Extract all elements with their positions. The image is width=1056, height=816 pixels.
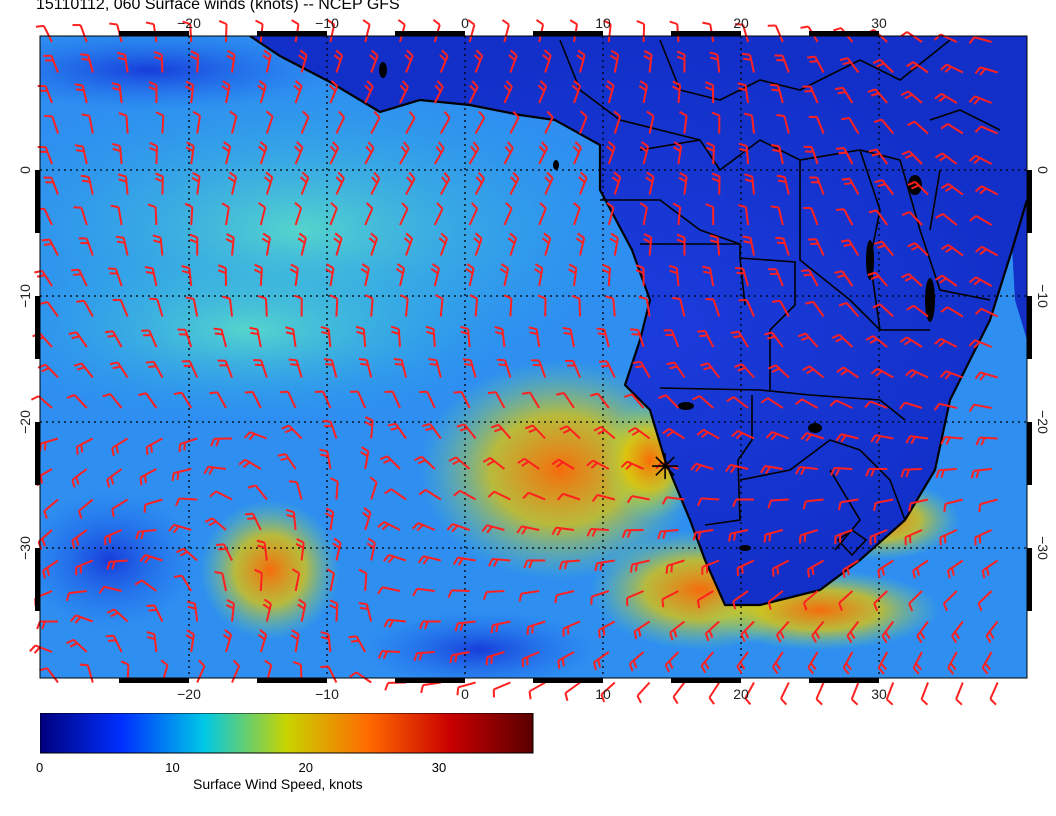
wind-barb [989, 682, 999, 706]
right-edge-tick [1027, 296, 1032, 359]
lon-tick-top: −10 [315, 15, 339, 31]
lon-tick-bottom: 30 [871, 686, 887, 702]
wind-barb [955, 682, 964, 706]
top-edge-tick [809, 31, 879, 36]
wind-barb [564, 681, 581, 702]
colorbar-tick-label: 30 [431, 760, 447, 775]
lon-tick-top: −20 [177, 15, 201, 31]
top-edge-tick [119, 31, 189, 36]
lat-tick-right: 0 [1035, 166, 1051, 174]
wind-barb [528, 681, 546, 700]
wind-barb [850, 682, 860, 706]
top-edge-tick [257, 31, 327, 36]
left-edge-tick [35, 548, 40, 611]
wind-barb [815, 682, 825, 706]
right-edge-tick [1027, 548, 1032, 611]
wind-barb [920, 682, 929, 706]
lon-tick-top: 10 [595, 15, 611, 31]
colorbar-tick-label: 0 [36, 760, 44, 775]
left-edge-tick [35, 296, 40, 359]
colorbar-tick-label: 10 [165, 760, 180, 775]
lat-tick-left: −10 [17, 284, 33, 308]
right-edge-tick [1027, 422, 1032, 485]
lon-tick-top: 0 [461, 15, 469, 31]
top-edge-tick [533, 31, 603, 36]
lon-tick-bottom: 0 [461, 686, 469, 702]
lon-tick-bottom: 20 [733, 686, 749, 702]
lon-tick-bottom: 10 [595, 686, 611, 702]
lat-tick-left: −30 [17, 536, 33, 560]
wind-barb [384, 681, 407, 691]
colorbar-tick-label: 20 [298, 760, 313, 775]
wind-barb [672, 681, 686, 705]
bottom-edge-tick [533, 678, 603, 683]
lat-tick-right: −20 [1035, 410, 1051, 434]
lat-tick-left: −20 [17, 410, 33, 434]
bottom-edge-tick [671, 678, 741, 683]
right-edge-tick [1027, 170, 1032, 233]
wind-map: −20 −20 −10 −10 0 0 10 10 20 20 30 30 0 0 −10 −10 −20 −20… [17, 15, 1051, 706]
lon-tick-bottom: −20 [177, 686, 201, 702]
wind-barb [780, 682, 790, 706]
colorbar [40, 713, 534, 754]
lat-tick-right: −30 [1035, 536, 1051, 560]
wind-barb [708, 681, 721, 705]
bottom-edge-tick [395, 678, 465, 683]
wind-speed-field [40, 36, 1027, 678]
wind-barb [636, 681, 651, 704]
wind-barb [420, 681, 441, 694]
lat-tick-right: −10 [1035, 284, 1051, 308]
colorbar-title: Surface Wind Speed, knots [193, 776, 363, 792]
lon-tick-bottom: −10 [315, 686, 339, 702]
top-edge-tick [395, 31, 465, 36]
bottom-edge-tick [119, 678, 189, 683]
lon-tick-top: 30 [871, 15, 887, 31]
wind-barb [885, 682, 895, 706]
lat-tick-left: 0 [17, 166, 33, 174]
top-edge-tick [671, 31, 741, 36]
bottom-edge-tick [257, 678, 327, 683]
station-marker [652, 453, 679, 480]
bottom-edge-tick [809, 678, 879, 683]
wind-barb [492, 681, 511, 698]
lon-tick-top: 20 [733, 15, 749, 31]
left-edge-tick [35, 422, 40, 485]
left-edge-tick [35, 170, 40, 233]
